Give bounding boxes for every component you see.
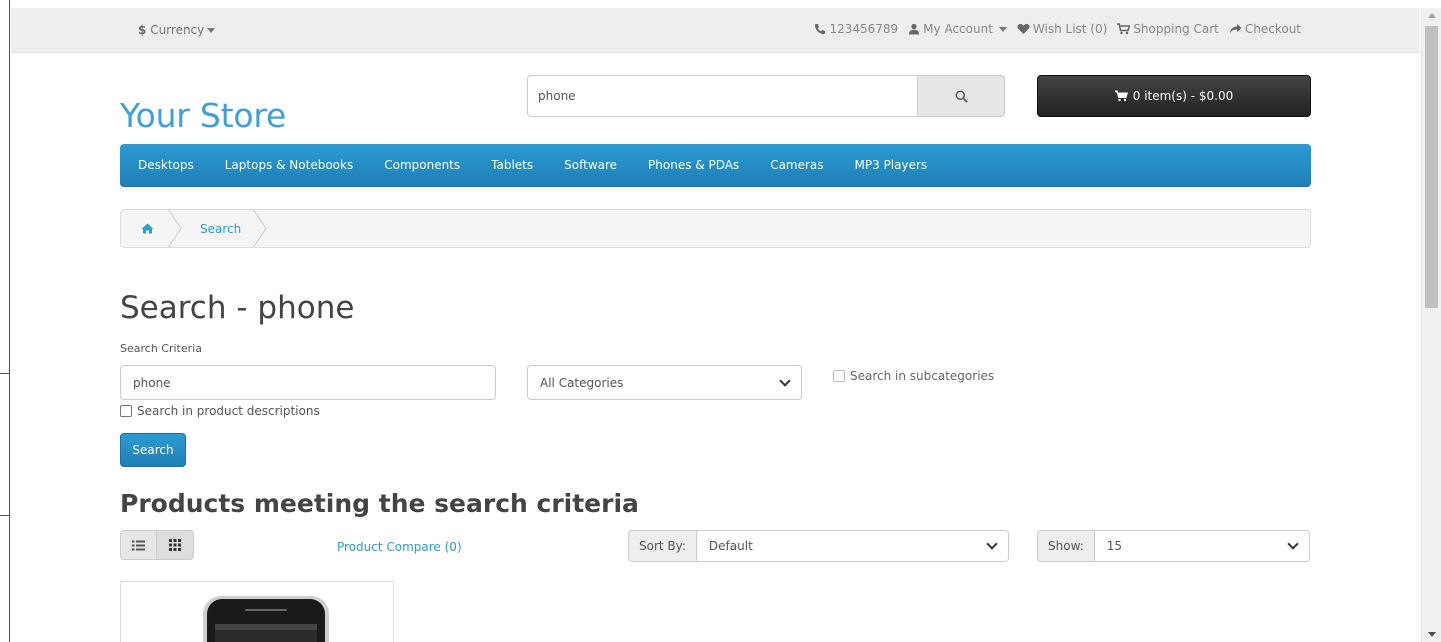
menu-item-desktops[interactable]: Desktops — [138, 158, 194, 172]
results-title: Products meeting the search criteria — [120, 489, 639, 518]
menu-item-laptops[interactable]: Laptops & Notebooks — [225, 158, 353, 172]
grid-view-button[interactable] — [157, 530, 194, 560]
sort-select-value: Default — [708, 539, 753, 553]
caret-down-icon — [207, 28, 216, 33]
currency-dropdown[interactable]: $ Currency — [138, 23, 216, 37]
subcategories-label: Search in subcategories — [850, 369, 995, 383]
menu-item-phones[interactable]: Phones & PDAs — [648, 158, 739, 172]
chevron-down-icon — [779, 374, 791, 387]
category-select[interactable]: All Categories — [527, 365, 802, 400]
phone-icon — [815, 24, 826, 34]
breadcrumb-search[interactable]: Search — [182, 210, 267, 247]
header-search — [527, 75, 1005, 117]
sort-select[interactable]: Default — [695, 530, 1009, 562]
category-menu: Desktops Laptops & Notebooks Components … — [120, 144, 1311, 187]
edge-tick — [0, 515, 10, 516]
subcategories-checkbox-group[interactable]: Search in subcategories — [833, 369, 994, 383]
page-title: Search - phone — [120, 290, 355, 326]
show-select[interactable]: 15 — [1093, 530, 1310, 562]
search-icon — [955, 90, 968, 103]
chevron-down-icon — [1287, 538, 1299, 550]
store-logo[interactable]: Your Store — [120, 96, 286, 135]
product-image[interactable] — [121, 582, 394, 642]
my-account-link[interactable]: My Account — [908, 22, 1007, 36]
show-label: Show: — [1037, 530, 1094, 562]
header-search-button[interactable] — [917, 75, 1005, 117]
product-card[interactable] — [120, 581, 394, 642]
header-search-input[interactable] — [527, 75, 917, 117]
checkout-label: Checkout — [1244, 22, 1301, 36]
shopping-cart-link[interactable]: Shopping Cart — [1117, 22, 1219, 36]
home-icon — [141, 223, 154, 234]
menu-item-tablets[interactable]: Tablets — [491, 158, 533, 172]
page-scrollbar[interactable] — [1421, 8, 1441, 642]
product-compare-link[interactable]: Product Compare (0) — [337, 540, 462, 554]
breadcrumb-home[interactable] — [121, 210, 176, 247]
search-button[interactable]: Search — [120, 433, 186, 467]
show-select-value: 15 — [1106, 539, 1123, 553]
scroll-up-arrow-icon[interactable] — [1428, 13, 1436, 18]
category-select-value: All Categories — [540, 375, 624, 390]
sort-group: Sort By: Default — [628, 530, 1009, 562]
shopping-cart-label: Shopping Cart — [1133, 22, 1219, 36]
my-account-label: My Account — [923, 22, 993, 36]
wish-list-link[interactable]: Wish List (0) — [1017, 22, 1107, 36]
show-group: Show: 15 — [1037, 530, 1310, 562]
menu-item-components[interactable]: Components — [384, 158, 460, 172]
cart-summary-button[interactable]: 0 item(s) - $0.00 — [1037, 75, 1311, 117]
view-toggle — [120, 530, 194, 560]
menu-item-cameras[interactable]: Cameras — [770, 158, 823, 172]
edge-tick — [0, 373, 10, 374]
caret-down-icon — [998, 26, 1007, 32]
list-view-button[interactable] — [120, 530, 157, 560]
currency-symbol: $ — [138, 23, 147, 37]
scroll-down-arrow-icon[interactable] — [1428, 632, 1436, 637]
top-bar: $ Currency 123456789 My Account Wish Lis… — [11, 8, 1420, 53]
wish-list-label: Wish List (0) — [1032, 22, 1108, 36]
descriptions-label: Search in product descriptions — [137, 404, 320, 418]
sort-label: Sort By: — [628, 530, 696, 562]
cart-summary-label: 0 item(s) - $0.00 — [1132, 89, 1234, 103]
chevron-down-icon — [986, 538, 998, 550]
currency-label: Currency — [150, 23, 205, 37]
phone-link[interactable]: 123456789 — [814, 22, 898, 36]
menu-item-software[interactable]: Software — [564, 158, 617, 172]
list-icon — [132, 540, 145, 550]
criteria-search-input[interactable] — [120, 365, 496, 400]
phone-number: 123456789 — [829, 22, 899, 36]
subcategories-checkbox[interactable] — [833, 370, 845, 382]
menu-item-mp3[interactable]: MP3 Players — [855, 158, 928, 172]
cart-icon — [1117, 23, 1131, 35]
scrollbar-thumb[interactable] — [1425, 26, 1438, 308]
heart-icon — [1017, 23, 1030, 34]
grid-icon — [169, 539, 181, 551]
user-icon — [909, 23, 920, 35]
descriptions-checkbox-group[interactable]: Search in product descriptions — [120, 404, 320, 418]
search-criteria-label: Search Criteria — [120, 342, 202, 355]
left-window-edge — [0, 0, 10, 642]
breadcrumb: Search — [120, 209, 1311, 248]
descriptions-checkbox[interactable] — [120, 405, 132, 417]
top-links: 123456789 My Account Wish List (0) Shopp… — [814, 22, 1301, 36]
checkout-link[interactable]: Checkout — [1229, 22, 1301, 36]
share-arrow-icon — [1229, 24, 1242, 34]
cart-icon — [1114, 90, 1128, 102]
